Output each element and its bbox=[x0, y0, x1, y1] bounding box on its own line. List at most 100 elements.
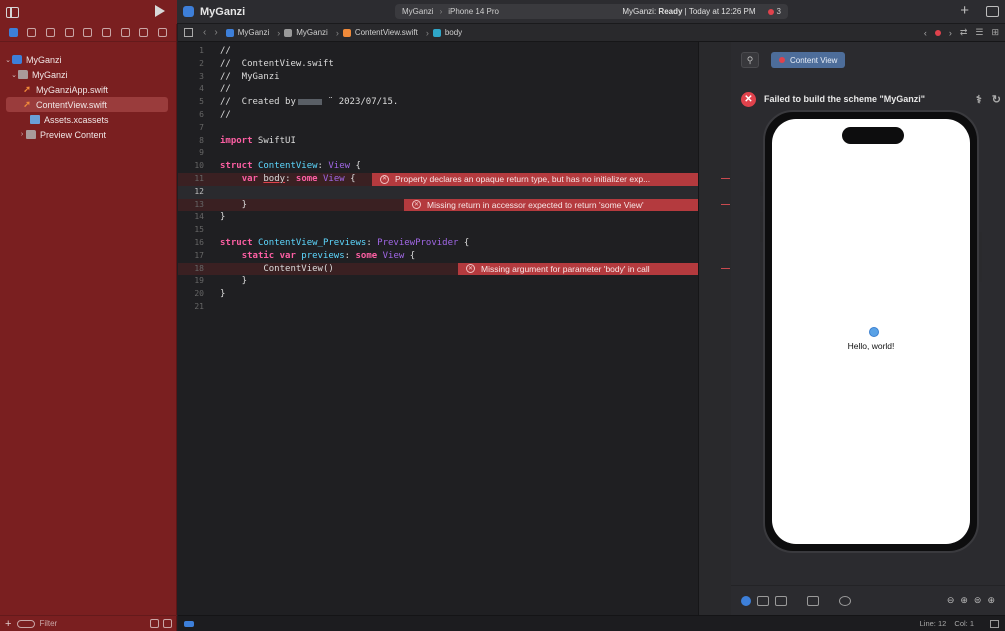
error-annotation[interactable]: ✕ Property declares an opaque return type… bbox=[372, 172, 698, 186]
build-failure-banner: ✕ Failed to build the scheme "MyGanzi" ⚕… bbox=[739, 87, 1001, 111]
run-button-icon[interactable] bbox=[155, 5, 165, 17]
device-selector[interactable]: iPhone 14 Pro bbox=[448, 7, 499, 16]
add-button[interactable]: + bbox=[960, 2, 969, 19]
source-editor[interactable]: 1// 2// ContentView.swift 3// MyGanzi 4/… bbox=[178, 42, 698, 615]
code-line: 16 struct ContentView_Previews: PreviewPr… bbox=[194, 237, 470, 248]
next-issue-icon[interactable]: › bbox=[949, 28, 952, 38]
toolbar-left bbox=[0, 0, 177, 24]
property-icon bbox=[432, 28, 441, 37]
error-count[interactable]: 3 bbox=[777, 7, 781, 16]
build-failure-message: Failed to build the scheme "MyGanzi" bbox=[764, 94, 926, 104]
canvas-bottom-bar: ⊖ ⊕ ⊜ ⊕ bbox=[731, 585, 1005, 615]
tree-row-group[interactable]: ⌄ MyGanzi bbox=[0, 67, 176, 82]
related-items-icon[interactable] bbox=[184, 28, 193, 37]
volume-up-button bbox=[760, 212, 763, 242]
phone-screen[interactable]: Hello, world! bbox=[772, 119, 970, 544]
breadcrumb-label: ContentView.swift bbox=[354, 28, 418, 37]
tree-label: MyGanzi bbox=[26, 54, 62, 65]
refresh-icon[interactable]: ↻ bbox=[992, 93, 1001, 106]
issue-indicator-icon[interactable] bbox=[934, 29, 941, 36]
chevron-down-icon[interactable]: ⌄ bbox=[10, 71, 18, 79]
navigator-tabs bbox=[0, 24, 176, 42]
source-control-icon[interactable] bbox=[27, 28, 37, 37]
minimap-error-mark bbox=[721, 204, 730, 205]
tree-row-project[interactable]: ⌄ MyGanzi bbox=[0, 52, 176, 67]
zoom-out-icon[interactable]: ⊖ bbox=[947, 595, 955, 606]
symbol-navigator-icon[interactable] bbox=[46, 28, 56, 37]
swift-file-icon: ➚ bbox=[23, 99, 31, 109]
content-view-tab[interactable]: Content View bbox=[771, 52, 846, 68]
chevron-right-icon[interactable]: › bbox=[18, 131, 26, 138]
pin-device-icon[interactable] bbox=[839, 595, 851, 606]
live-mode-icon[interactable] bbox=[741, 595, 751, 606]
cursor-position: Line: 12 Col: 1 bbox=[914, 619, 974, 628]
breadcrumb-separator: › bbox=[277, 27, 281, 38]
error-annotation[interactable]: ✕ Missing argument for parameter 'body' i… bbox=[458, 262, 698, 276]
debug-navigator-icon[interactable] bbox=[120, 28, 130, 37]
error-indicator-icon[interactable] bbox=[767, 8, 774, 15]
tree-row-group[interactable]: › Preview Content bbox=[0, 127, 176, 142]
iphone-frame: Hello, world! bbox=[760, 110, 982, 553]
previous-issue-icon[interactable]: ‹ bbox=[924, 28, 927, 38]
filter-options-icon[interactable] bbox=[17, 619, 36, 628]
minimap-error-mark bbox=[721, 268, 730, 269]
diagnostics-icon[interactable]: ⚕ bbox=[976, 93, 982, 106]
code-line: 14} bbox=[194, 212, 226, 223]
tree-row-file-selected[interactable]: ➚ ContentView.swift bbox=[6, 97, 168, 112]
breadcrumb-label: body bbox=[444, 28, 463, 37]
zoom-in-icon[interactable]: ⊕ bbox=[987, 595, 995, 606]
code-line-error: 13 } ✕ Missing return in accessor expecte… bbox=[178, 198, 698, 212]
filter-input[interactable]: Filter bbox=[39, 619, 57, 628]
scheme-selector[interactable]: MyGanzi bbox=[402, 7, 434, 16]
navigator-filter-bar: + Filter bbox=[0, 615, 177, 631]
breadcrumb-file[interactable]: ContentView.swift bbox=[342, 28, 418, 37]
forward-icon[interactable]: › bbox=[214, 27, 217, 38]
error-icon: ✕ bbox=[380, 174, 389, 184]
error-annotation[interactable]: ✕ Missing return in accessor expected to … bbox=[404, 198, 698, 212]
project-icon bbox=[12, 55, 22, 64]
zoom-actual-icon[interactable]: ⊜ bbox=[974, 595, 982, 606]
code-line: 10 struct ContentView: View { bbox=[194, 161, 361, 172]
swift-file-icon bbox=[342, 28, 351, 37]
hello-text: Hello, world! bbox=[847, 341, 895, 351]
code-line-error: 11 var body: some View { ✕ Property decla… bbox=[178, 172, 698, 186]
debug-area-toggle-icon[interactable] bbox=[184, 620, 194, 627]
inspector-toggle-icon[interactable] bbox=[986, 6, 999, 17]
editor-options-icon[interactable]: ☰ bbox=[975, 27, 983, 38]
inspector-area-icon[interactable] bbox=[990, 619, 999, 628]
breadcrumb-group[interactable]: MyGanzi bbox=[284, 28, 328, 37]
code-line: 3// MyGanzi bbox=[199, 71, 280, 82]
breadcrumb-project[interactable]: MyGanzi bbox=[225, 28, 269, 37]
toolbar-right: MyGanzi MyGanzi › iPhone 14 Pro MyGanzi:… bbox=[177, 0, 1005, 24]
error-icon: ✕ bbox=[466, 264, 475, 274]
tree-row-assets[interactable]: Assets.xcassets bbox=[0, 112, 176, 127]
zoom-fit-icon[interactable]: ⊕ bbox=[960, 595, 968, 606]
split-editor-icon[interactable]: ⊞ bbox=[991, 27, 999, 38]
minimap[interactable] bbox=[698, 42, 731, 615]
back-icon[interactable]: ‹ bbox=[203, 27, 206, 38]
source-control-filter-icon[interactable] bbox=[163, 619, 172, 628]
variants-icon[interactable] bbox=[775, 595, 787, 606]
recent-files-icon[interactable] bbox=[150, 619, 159, 628]
code-line: 20} bbox=[194, 289, 226, 300]
add-file-button[interactable]: + bbox=[5, 618, 11, 630]
find-icon[interactable] bbox=[64, 28, 74, 37]
issue-navigator-icon[interactable] bbox=[83, 28, 93, 37]
tree-row-file[interactable]: ➚ MyGanziApp.swift bbox=[0, 82, 176, 97]
sidebar-toggle-icon[interactable] bbox=[6, 6, 19, 18]
chevron-down-icon[interactable]: ⌄ bbox=[4, 56, 12, 64]
jumpbar-tools: ‹ › ⇄ ☰ ⊞ bbox=[924, 27, 1005, 38]
device-settings-icon[interactable] bbox=[807, 595, 819, 606]
report-navigator-icon[interactable] bbox=[158, 28, 168, 37]
column-number: Col: 1 bbox=[954, 619, 974, 628]
code-line: 6// bbox=[199, 109, 231, 120]
breadcrumb-symbol[interactable]: body bbox=[432, 28, 463, 37]
pin-icon[interactable]: ⚲ bbox=[741, 52, 759, 68]
breakpoint-navigator-icon[interactable] bbox=[139, 28, 149, 37]
refresh-icon[interactable]: ⇄ bbox=[960, 27, 968, 38]
folder-navigator-icon[interactable] bbox=[8, 28, 18, 37]
code-line-error: 18 ContentView() ✕ Missing argument for p… bbox=[178, 262, 698, 276]
selectable-mode-icon[interactable] bbox=[757, 595, 769, 606]
scheme-status-bar: MyGanzi › iPhone 14 Pro MyGanzi: Ready |… bbox=[395, 4, 788, 19]
test-navigator-icon[interactable] bbox=[102, 28, 112, 37]
